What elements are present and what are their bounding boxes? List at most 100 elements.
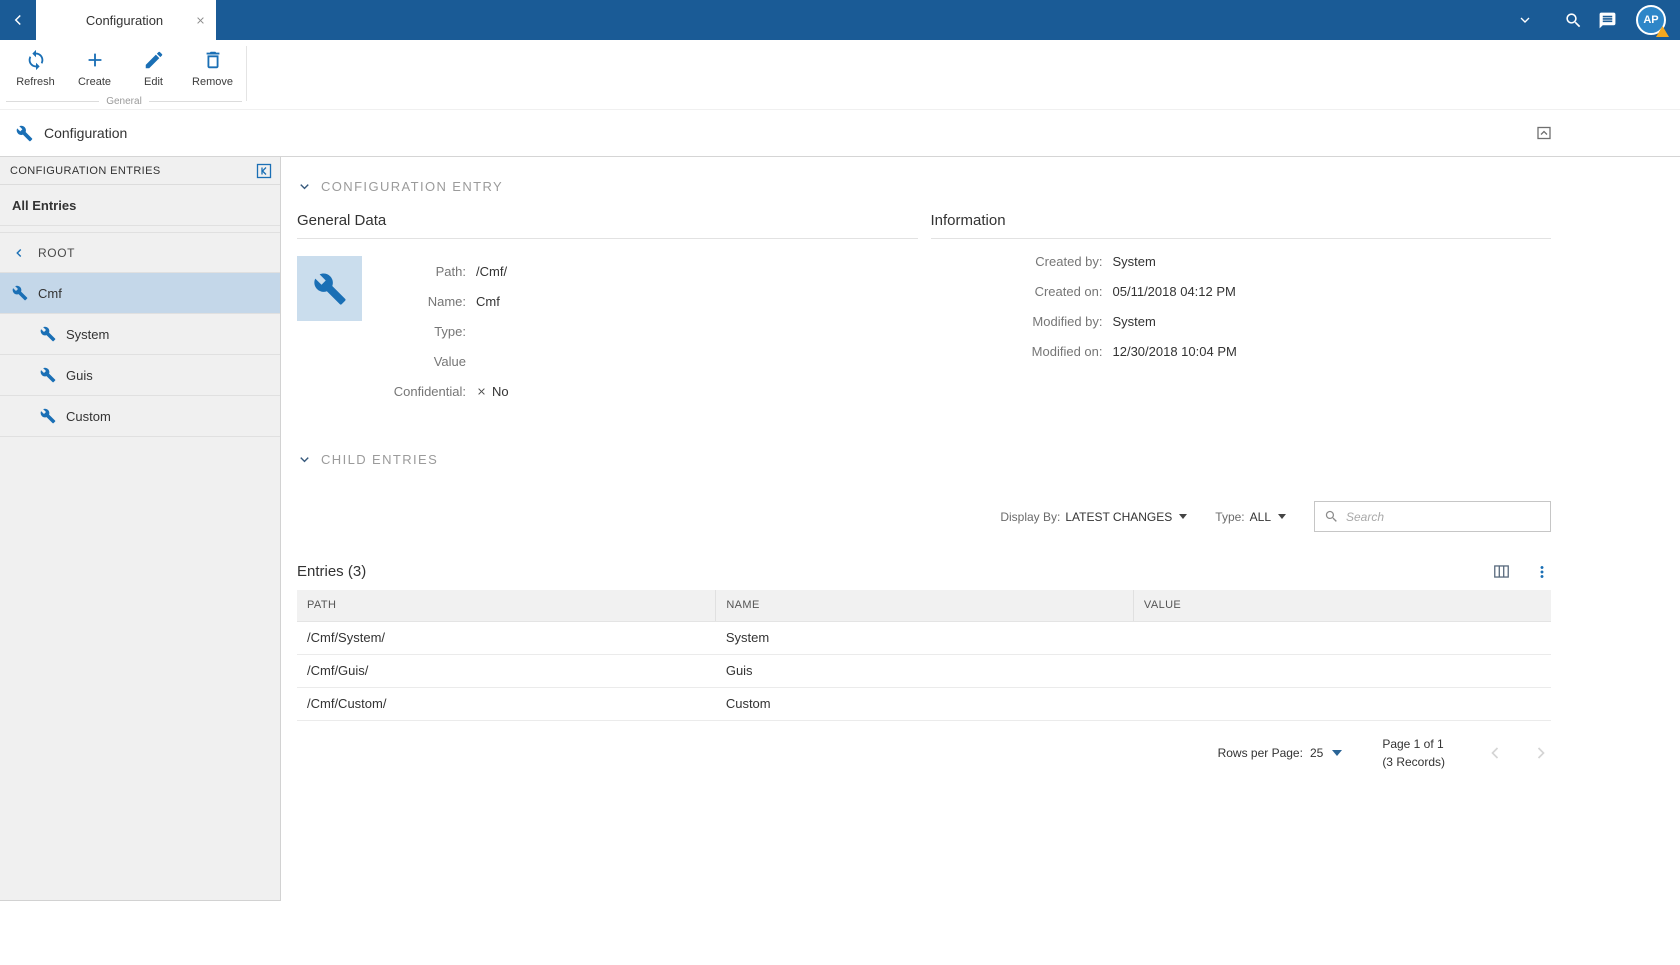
cross-icon [476,386,487,397]
back-button[interactable] [0,0,36,40]
general-data-body: Path: /Cmf/ Name: Cmf Type: Value Confid… [297,256,918,406]
search-button[interactable] [1556,3,1590,37]
next-page-button[interactable] [1531,743,1551,763]
field-label: Path: [435,263,466,279]
sidebar-item-system[interactable]: System [0,314,280,355]
sidebar-item-label: Custom [66,408,111,424]
wrench-icon [40,326,56,342]
type-value: ALL [1249,509,1271,524]
table-row[interactable]: /Cmf/Guis/ Guis [297,654,1551,688]
remove-button[interactable]: Remove [183,45,242,88]
field-value: No [476,384,509,399]
cell-path: /Cmf/Guis/ [297,654,716,688]
avatar[interactable]: AP [1636,5,1669,37]
type-dropdown[interactable]: Type: ALL [1215,510,1286,524]
main-panel: CONFIGURATION ENTRY General Data Path: /… [281,157,1680,965]
tab-configuration[interactable]: Configuration [36,0,216,40]
confidential-value: No [492,383,509,399]
table-row[interactable]: /Cmf/Custom/ Custom [297,687,1551,721]
wrench-icon [40,367,56,383]
field-label: Value [433,353,466,369]
rows-per-page-value: 25 [1309,745,1324,760]
collapse-header-icon[interactable] [1536,125,1552,141]
menu-dropdown-button[interactable] [1508,3,1542,37]
field-modified-on: Modified on: 12/30/2018 10:04 PM [931,336,1552,366]
entries-title: Entries (3) [297,563,367,580]
entries-header: Entries (3) [297,562,1551,581]
table-row[interactable]: /Cmf/System/ System [297,621,1551,655]
column-header-value[interactable]: VALUE [1133,590,1551,622]
trash-icon [202,49,224,71]
field-value: Cmf [476,293,500,309]
field-name: Name: Cmf [378,286,918,316]
chevron-down-icon [297,179,312,194]
cell-path: /Cmf/System/ [297,621,716,655]
chevron-down-icon [1517,12,1533,28]
general-data-fields: Path: /Cmf/ Name: Cmf Type: Value Confid… [378,256,918,406]
cell-name: Guis [715,654,1134,688]
create-label: Create [77,76,112,88]
search-icon [1324,509,1339,524]
field-value: /Cmf/ [476,263,508,279]
create-button[interactable]: Create [65,45,124,88]
sidebar-item-guis[interactable]: Guis [0,355,280,396]
plus-icon [84,49,106,71]
group-divider-line [6,100,100,102]
prev-page-button[interactable] [1485,743,1505,763]
sidebar-item-label: Cmf [38,285,62,301]
rows-per-page-label: Rows per Page: [1217,745,1303,760]
section-child-entries[interactable]: CHILD ENTRIES [297,452,1551,467]
information-title: Information [930,212,1551,239]
refresh-button[interactable]: Refresh [6,45,65,88]
cell-value [1133,654,1551,688]
field-created-on: Created on: 05/11/2018 04:12 PM [931,276,1552,306]
sidebar-item-cmf[interactable]: Cmf [0,273,280,314]
chevron-left-icon [9,11,27,29]
wrench-icon [16,125,33,142]
cell-path: /Cmf/Custom/ [297,687,716,721]
general-data-column: General Data Path: /Cmf/ Name: Cmf Type:… [297,212,918,406]
chat-icon [1598,11,1617,30]
sidebar-item-label: System [66,326,110,342]
messages-button[interactable] [1590,3,1624,37]
top-bar: Configuration AP [0,0,1680,40]
pagination: Rows per Page: 25 Page 1 of 1 (3 Records) [297,735,1551,771]
display-by-value: LATEST CHANGES [1065,509,1173,524]
cell-value [1133,621,1551,655]
entry-columns: General Data Path: /Cmf/ Name: Cmf Type:… [297,212,1551,406]
display-by-label: Display By: [1000,509,1061,524]
topbar-actions: AP [1508,0,1680,40]
section-title: CHILD ENTRIES [321,452,439,467]
section-configuration-entry[interactable]: CONFIGURATION ENTRY [297,179,1551,194]
information-column: Information Created by: System Created o… [930,212,1552,406]
cell-name: Custom [715,687,1134,721]
field-label: Confidential: [393,383,466,399]
field-created-by: Created by: System [931,246,1552,276]
field-type: Type: [378,316,918,346]
page-title: Configuration [44,125,128,141]
search-box[interactable] [1314,501,1551,532]
breadcrumb: Configuration [0,110,1680,157]
column-header-path[interactable]: PATH [297,590,717,622]
columns-icon[interactable] [1492,562,1511,581]
field-label: Created by: [1035,253,1103,269]
field-label: Modified on: [1031,343,1103,359]
field-path: Path: /Cmf/ [378,256,918,286]
edit-button[interactable]: Edit [124,45,183,88]
kebab-menu-icon[interactable] [1533,563,1551,581]
sidebar-item-root[interactable]: ROOT [0,232,280,273]
collapse-sidebar-icon[interactable] [256,163,272,179]
type-label: Type: [1215,509,1245,524]
wrench-icon [313,272,347,306]
close-tab-icon[interactable] [195,15,206,26]
search-input[interactable] [1346,509,1541,524]
rows-per-page-dropdown[interactable]: Rows per Page: 25 [1218,746,1343,760]
group-divider-line [148,100,243,102]
records-label: (3 Records) [1382,754,1445,769]
sidebar-item-all-entries[interactable]: All Entries [0,185,280,226]
display-by-dropdown[interactable]: Display By: LATEST CHANGES [1000,509,1188,524]
sidebar-item-custom[interactable]: Custom [0,396,280,437]
pencil-icon [143,49,165,71]
column-header-name[interactable]: NAME [715,590,1134,622]
